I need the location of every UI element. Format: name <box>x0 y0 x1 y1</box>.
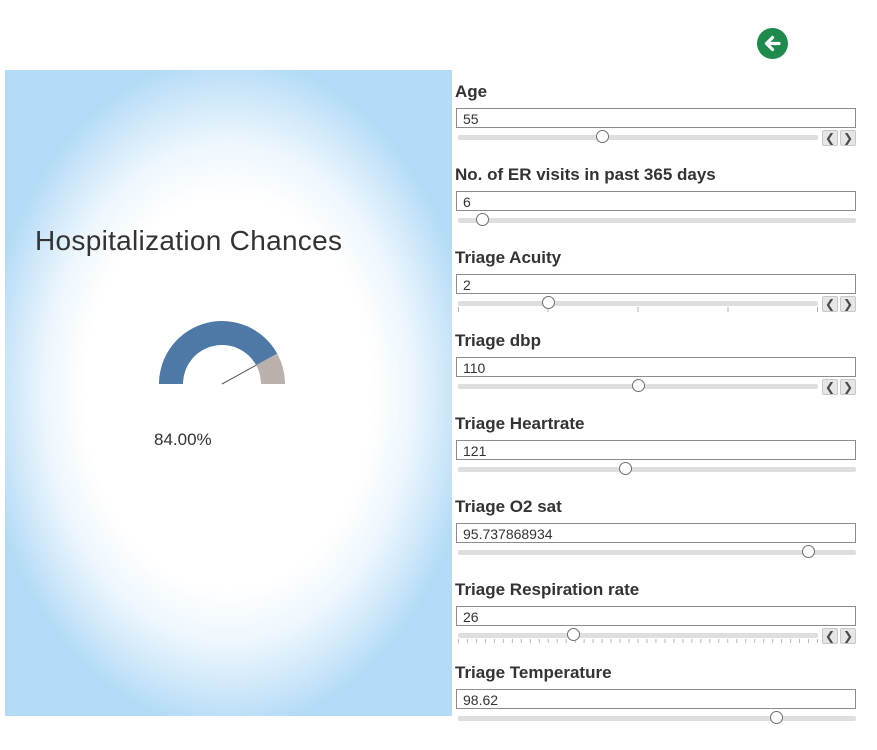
result-panel: Hospitalization Chances 84.00% <box>5 70 452 716</box>
control-label: No. of ER visits in past 365 days <box>455 165 716 184</box>
control-triage-temperature: Triage Temperature 98.62 <box>455 654 857 732</box>
triage-heartrate-slider-thumb[interactable] <box>619 462 633 475</box>
back-button[interactable] <box>757 28 788 59</box>
triage-dbp-next-button[interactable]: ❯ <box>840 379 856 395</box>
age-slider-track[interactable] <box>458 135 818 140</box>
control-label: Triage Heartrate <box>455 414 585 433</box>
er-visits-input[interactable]: 6 <box>456 191 856 211</box>
triage-dbp-prev-button[interactable]: ❮ <box>822 379 838 395</box>
control-age: Age 55 ❮ ❯ <box>455 73 857 151</box>
age-next-button[interactable]: ❯ <box>840 130 856 146</box>
age-input[interactable]: 55 <box>456 108 856 128</box>
gauge-needle <box>221 364 257 385</box>
triage-dbp-input[interactable]: 110 <box>456 357 856 377</box>
triage-temperature-input[interactable]: 98.62 <box>456 689 856 709</box>
age-prev-button[interactable]: ❮ <box>822 130 838 146</box>
triage-acuity-slider-track[interactable] <box>458 301 818 306</box>
percent-value: 84.00% <box>154 430 212 449</box>
age-slider-thumb[interactable] <box>596 130 609 143</box>
control-label: Triage Respiration rate <box>455 580 640 599</box>
gauge-filled-arc <box>159 321 278 384</box>
triage-respiration-rate-next-button[interactable]: ❯ <box>840 628 856 644</box>
triage-temperature-slider-track[interactable] <box>458 716 856 721</box>
triage-dbp-slider-thumb[interactable] <box>632 379 645 392</box>
er-visits-slider-thumb[interactable] <box>475 213 489 226</box>
control-label: Triage Acuity <box>455 248 562 267</box>
triage-heartrate-input[interactable]: 121 <box>456 440 856 460</box>
triage-temperature-slider-thumb[interactable] <box>770 711 784 724</box>
control-triage-respiration-rate: Triage Respiration rate 26 ❮ ❯ <box>455 571 857 649</box>
control-triage-heartrate: Triage Heartrate 121 <box>455 405 857 483</box>
triage-o2-sat-slider-thumb[interactable] <box>802 545 816 558</box>
er-visits-slider-track[interactable] <box>458 218 856 223</box>
triage-respiration-rate-prev-button[interactable]: ❮ <box>822 628 838 644</box>
control-triage-o2-sat: Triage O2 sat 95.737868934 <box>455 488 857 566</box>
triage-respiration-rate-slider-track[interactable] <box>458 633 818 638</box>
triage-acuity-prev-button[interactable]: ❮ <box>822 296 838 312</box>
triage-acuity-tick-marks <box>458 307 818 312</box>
control-label: Triage dbp <box>455 331 541 350</box>
triage-o2-sat-input[interactable]: 95.737868934 <box>456 523 856 543</box>
arrow-left-icon <box>764 35 781 52</box>
triage-acuity-slider-thumb[interactable] <box>542 296 555 309</box>
control-triage-acuity: Triage Acuity 2 ❮ ❯ <box>455 239 857 317</box>
triage-heartrate-slider-track[interactable] <box>458 467 856 472</box>
control-label: Age <box>455 82 488 101</box>
panel-title: Hospitalization Chances <box>35 225 343 256</box>
triage-o2-sat-slider-track[interactable] <box>458 550 856 555</box>
triage-respiration-rate-input[interactable]: 26 <box>456 606 856 626</box>
control-triage-dbp: Triage dbp 110 ❮ ❯ <box>455 322 857 400</box>
triage-acuity-input[interactable]: 2 <box>456 274 856 294</box>
triage-respiration-rate-tick-marks <box>458 639 818 643</box>
control-er-visits: No. of ER visits in past 365 days 6 <box>455 156 857 234</box>
control-label: Triage O2 sat <box>455 497 562 516</box>
control-label: Triage Temperature <box>455 663 612 682</box>
gauge-chart <box>159 321 285 385</box>
triage-acuity-next-button[interactable]: ❯ <box>840 296 856 312</box>
